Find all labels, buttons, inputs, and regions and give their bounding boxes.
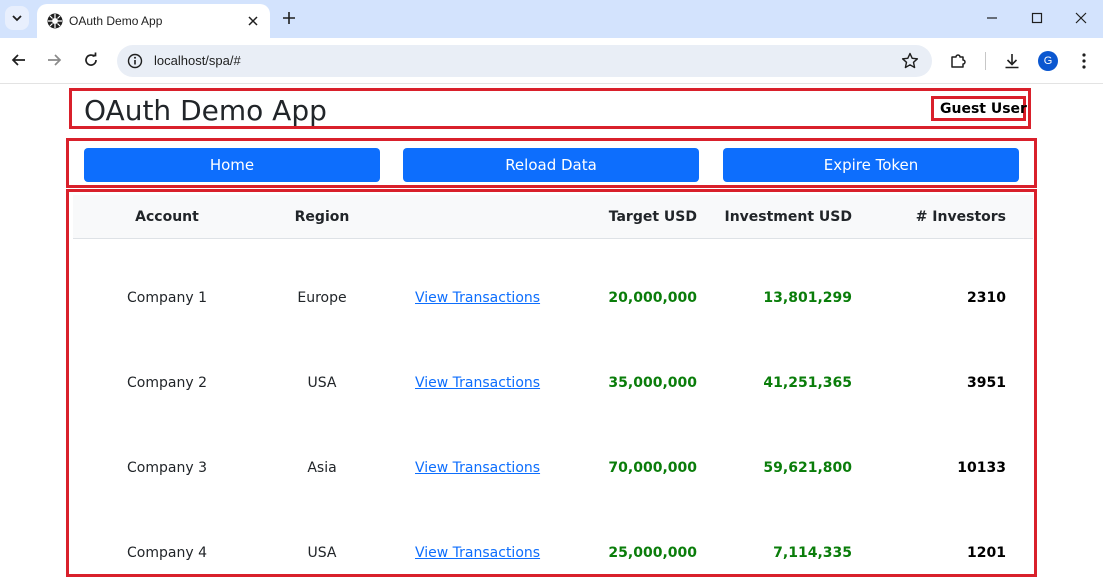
view-transactions-link[interactable]: View Transactions [415,459,540,477]
cell-investors: 10133 [957,460,1006,476]
reload-icon [85,52,97,66]
cell-investment-usd: 7,114,335 [773,545,852,561]
close-icon [248,16,258,26]
chevron-down-icon [12,15,22,22]
user-name: Guest User [940,101,1027,117]
extensions-button[interactable] [946,49,970,73]
table-header-row: Account Region Target USD Investment USD… [73,195,1033,239]
app-header: OAuth Demo App Guest User [69,88,1031,129]
cell-investors: 3951 [967,375,1006,391]
url-text: localhost/spa/# [154,53,241,68]
header-account: Account [135,209,199,225]
action-buttons: Home Reload Data Expire Token [66,138,1037,188]
view-transactions-link[interactable]: View Transactions [415,289,540,307]
browser-toolbar: localhost/spa/# G [0,38,1103,84]
arrow-left-icon [11,54,25,66]
profile-avatar[interactable]: G [1038,51,1058,71]
browser-tab[interactable]: OAuth Demo App [37,4,270,38]
bookmark-button[interactable] [900,51,920,71]
info-icon [127,53,143,69]
cell-account: Company 1 [127,290,207,306]
reload-button[interactable] [79,48,103,72]
tab-search-button[interactable] [5,6,29,30]
maximize-button[interactable] [1015,4,1059,32]
puzzle-icon [951,54,966,68]
cell-investment-usd: 59,621,800 [763,460,852,476]
header-region: Region [294,209,350,225]
plus-icon [283,12,295,24]
back-button[interactable] [7,48,31,72]
cell-target-usd: 70,000,000 [608,460,697,476]
table-row: Company 4 USA View Transactions 25,000,0… [73,534,1033,574]
app-favicon-icon [47,13,63,29]
page-title: OAuth Demo App [84,94,327,127]
maximize-icon [1031,12,1043,24]
star-icon [901,52,919,69]
minimize-icon [987,17,997,19]
browser-menu-button[interactable] [1072,49,1096,73]
view-transactions-link[interactable]: View Transactions [415,374,540,392]
download-icon [1005,54,1019,69]
downloads-button[interactable] [1000,49,1024,73]
header-target-usd: Target USD [608,209,697,225]
toolbar-divider [985,52,986,70]
tab-title: OAuth Demo App [69,14,163,28]
header-investors: # Investors [915,209,1006,225]
user-info: Guest User [931,96,1027,121]
cell-region: USA [307,545,337,561]
reload-data-button[interactable]: Reload Data [403,148,699,182]
forward-button[interactable] [42,48,66,72]
companies-table: Account Region Target USD Investment USD… [66,189,1037,577]
cell-region: USA [307,375,337,391]
cell-investment-usd: 13,801,299 [763,290,852,306]
close-window-button[interactable] [1059,4,1103,32]
minimize-button[interactable] [970,4,1014,32]
cell-target-usd: 35,000,000 [608,375,697,391]
view-transactions-link[interactable]: View Transactions [415,544,540,562]
cell-investors: 1201 [967,545,1006,561]
home-button[interactable]: Home [84,148,380,182]
table-row: Company 3 Asia View Transactions 70,000,… [73,449,1033,489]
cell-target-usd: 25,000,000 [608,545,697,561]
cell-region: Europe [297,290,347,306]
table-row: Company 2 USA View Transactions 35,000,0… [73,364,1033,404]
cell-account: Company 4 [127,545,207,561]
tab-close-button[interactable] [244,12,262,30]
new-tab-button[interactable] [278,7,300,29]
expire-token-button[interactable]: Expire Token [723,148,1019,182]
browser-tabstrip: OAuth Demo App [0,0,1103,38]
address-bar[interactable]: localhost/spa/# [117,45,932,77]
table-row: Company 1 Europe View Transactions 20,00… [73,279,1033,319]
cell-investors: 2310 [967,290,1006,306]
header-investment-usd: Investment USD [724,209,852,225]
more-vertical-icon [1082,53,1086,69]
cell-account: Company 2 [127,375,207,391]
cell-account: Company 3 [127,460,207,476]
cell-region: Asia [307,460,337,476]
cell-investment-usd: 41,251,365 [763,375,852,391]
cell-target-usd: 20,000,000 [608,290,697,306]
arrow-right-icon [48,54,62,66]
site-info-button[interactable] [125,51,145,71]
close-icon [1075,12,1087,24]
